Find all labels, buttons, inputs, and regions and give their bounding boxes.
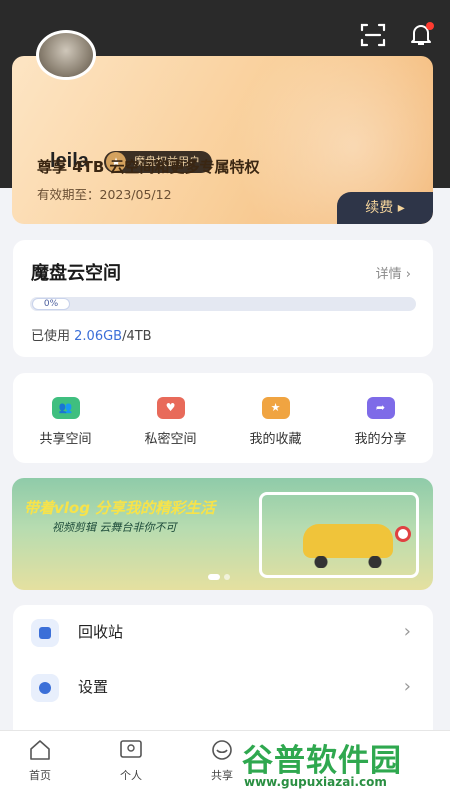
favorites-icon: ★	[261, 397, 290, 419]
storage-usage: 已使用 2.06GB/4TB	[31, 325, 152, 344]
top-icons	[360, 22, 434, 48]
quick-label: 我的收藏	[249, 432, 302, 447]
banner-subtitle: 视频剪辑 云舞台非你不可	[52, 521, 177, 534]
quick-item-private-space[interactable]: ♥ 私密空间	[118, 373, 223, 463]
list-label: 设置	[78, 678, 109, 696]
settings-icon	[31, 674, 59, 702]
privilege-text: 尊享 4TB 云空间和更多专属特权	[37, 158, 260, 176]
record-icon	[395, 526, 411, 542]
private-space-icon: ♥	[156, 397, 185, 419]
quick-item-my-share[interactable]: ➦ 我的分享	[328, 373, 433, 463]
list-item-settings[interactable]: 设置 ›	[13, 660, 433, 714]
banner-pagination	[208, 574, 230, 580]
quick-item-favorites[interactable]: ★ 我的收藏	[223, 373, 328, 463]
quick-label: 我的分享	[354, 432, 407, 447]
expiry-text: 有效期至：2023/05/12	[37, 187, 172, 202]
progress-percent: 0%	[32, 298, 70, 310]
car-illustration	[303, 524, 393, 568]
renew-button[interactable]: 续费 ▸	[337, 192, 433, 224]
trash-icon	[31, 619, 59, 647]
quick-item-shared-space[interactable]: 👥 共享空间	[13, 373, 118, 463]
used-amount: 2.06GB	[74, 329, 123, 344]
quick-label: 共享空间	[39, 432, 92, 447]
my-share-icon: ➦	[366, 397, 395, 419]
avatar[interactable]	[36, 30, 96, 80]
member-card[interactable]: leila ★ 魔盘权益用户 尊享 4TB 云空间和更多专属特权 有效期至：20…	[12, 56, 433, 224]
chevron-right-icon: ›	[405, 267, 411, 282]
chevron-right-icon: ›	[403, 621, 411, 642]
profile-icon	[119, 739, 143, 761]
usage-prefix: 已使用	[31, 329, 75, 344]
list-item-recycle-bin[interactable]: 回收站 ›	[13, 605, 433, 659]
tab-label: 首页	[29, 769, 51, 782]
watermark-title: 谷普软件园	[242, 743, 402, 779]
storage-card: 魔盘云空间 详情 › 0% 已使用 2.06GB/4TB	[13, 240, 433, 357]
chevron-right-icon: ›	[403, 676, 411, 697]
notification-dot	[426, 22, 434, 30]
scan-icon[interactable]	[360, 22, 386, 48]
home-icon	[28, 739, 52, 761]
tab-label: 个人	[120, 769, 142, 782]
detail-label: 详情	[375, 267, 402, 282]
watermark: 谷普软件园 www.gupuxiazai.com	[236, 733, 444, 795]
shared-space-icon: 👥	[51, 397, 80, 419]
banner-title: 带着vlog 分享我的精彩生活	[24, 499, 216, 517]
bell-icon[interactable]	[408, 22, 434, 48]
watermark-url: www.gupuxiazai.com	[244, 775, 387, 789]
storage-title: 魔盘云空间	[31, 263, 121, 284]
list-label: 回收站	[78, 623, 124, 641]
tab-home[interactable]: 首页	[5, 739, 75, 783]
quick-actions: 👥 共享空间 ♥ 私密空间 ★ 我的收藏 ➦ 我的分享	[13, 373, 433, 463]
tab-profile[interactable]: 个人	[96, 739, 166, 783]
total-amount: /4TB	[122, 329, 152, 344]
promo-banner[interactable]: 带着vlog 分享我的精彩生活 视频剪辑 云舞台非你不可	[12, 478, 433, 590]
storage-progress-bar: 0%	[30, 297, 416, 311]
share-icon	[210, 739, 234, 761]
quick-label: 私密空间	[144, 432, 197, 447]
menu-list: 回收站 › 设置 ›	[13, 605, 433, 745]
storage-detail-link[interactable]: 详情 ›	[376, 263, 411, 282]
